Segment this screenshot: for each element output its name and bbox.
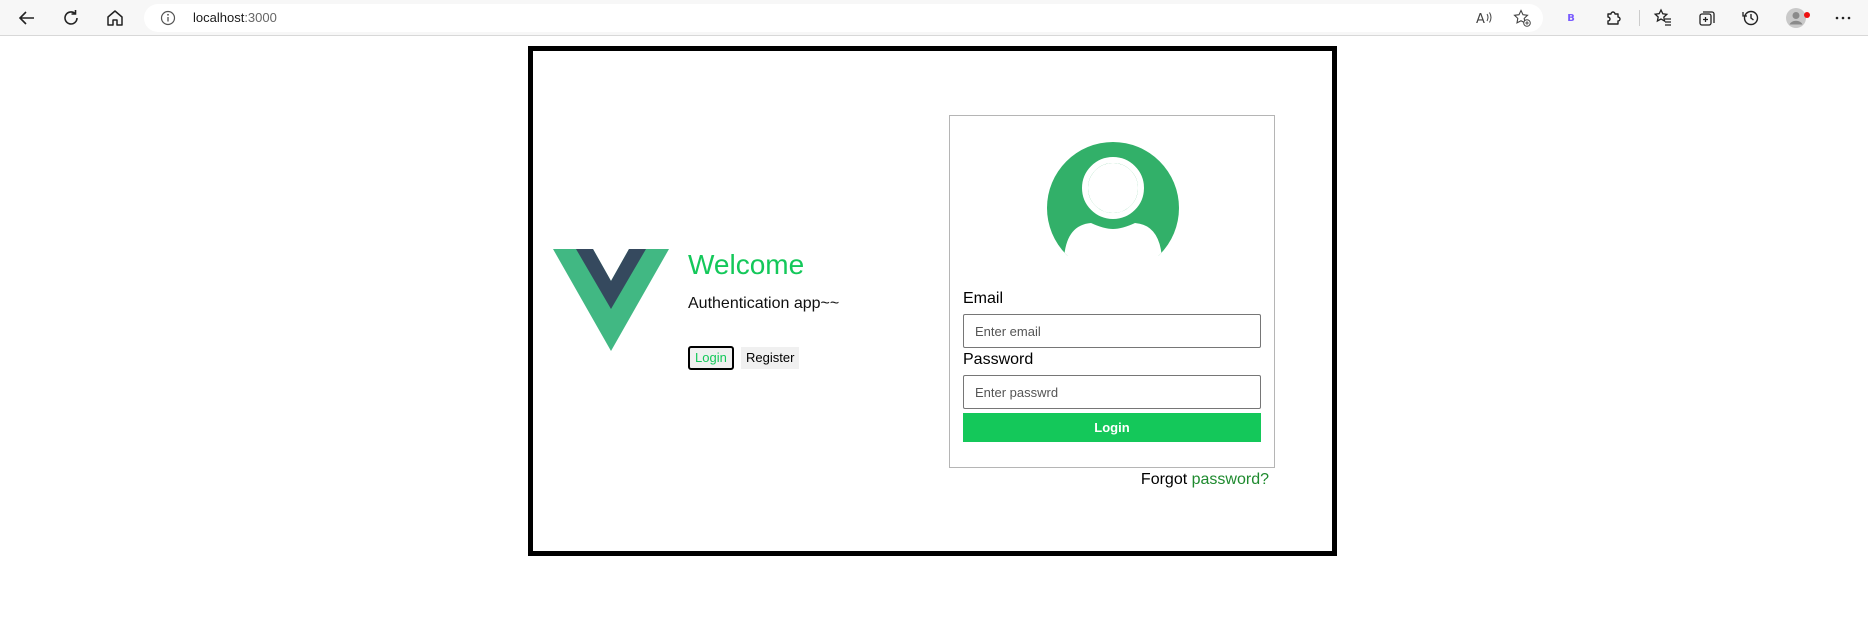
forgot-prefix: Forgot — [1140, 471, 1188, 488]
back-button[interactable] — [14, 5, 40, 31]
register-tab-button[interactable]: Register — [741, 347, 800, 369]
url-port: :3000 — [244, 10, 277, 25]
toolbar-divider — [1639, 10, 1640, 26]
login-card: Email Password Login — [949, 115, 1275, 468]
read-aloud-icon: A — [1476, 12, 1492, 27]
read-aloud-button[interactable]: A — [1475, 9, 1493, 30]
more-menu-button[interactable] — [1830, 5, 1856, 31]
favorites-button[interactable] — [1650, 5, 1676, 31]
url-text[interactable]: localhost:3000 — [193, 10, 277, 25]
history-icon — [1742, 10, 1759, 26]
login-tab-button[interactable]: Login — [688, 346, 734, 370]
url-host: localhost — [193, 10, 245, 25]
home-button[interactable] — [102, 5, 128, 31]
add-favorite-button[interactable] — [1513, 9, 1531, 32]
email-input[interactable] — [963, 314, 1261, 348]
more-icon — [1835, 16, 1851, 20]
refresh-button[interactable] — [58, 5, 84, 31]
extension-b-icon: B — [1567, 12, 1575, 24]
refresh-icon — [64, 10, 78, 25]
star-add-icon — [1513, 9, 1531, 27]
arrow-left-icon — [18, 11, 34, 25]
password-label: Password — [963, 351, 1034, 368]
notification-dot — [1804, 12, 1810, 18]
password-input[interactable] — [963, 375, 1261, 409]
vue-logo — [553, 249, 669, 351]
puzzle-icon — [1607, 11, 1621, 25]
collections-button[interactable] — [1694, 5, 1720, 31]
login-submit-button[interactable]: Login — [963, 413, 1261, 442]
email-label: Email — [963, 290, 1004, 307]
favorites-icon — [1653, 8, 1671, 26]
avatar-icon — [1786, 8, 1806, 28]
home-icon — [107, 10, 123, 26]
forgot-password-link[interactable]: password? — [1192, 471, 1269, 488]
browser-toolbar: localhost:3000 A B — [0, 0, 1868, 36]
extensions-button[interactable] — [1601, 5, 1627, 31]
user-avatar-icon — [1046, 142, 1180, 259]
profile-button[interactable] — [1783, 5, 1810, 31]
extension-b-button[interactable]: B — [1558, 5, 1584, 31]
history-button[interactable] — [1738, 5, 1764, 31]
address-bar[interactable]: localhost:3000 A — [144, 4, 1543, 32]
svg-text:A: A — [1476, 12, 1485, 27]
app-frame: Welcome Authentication app~~ Login Regis… — [528, 46, 1337, 556]
app-subtitle: Authentication app~~ — [688, 295, 840, 312]
forgot-password-text: Forgot password? — [1141, 471, 1269, 489]
info-icon[interactable] — [160, 10, 176, 26]
collections-icon — [1699, 11, 1715, 26]
welcome-title: Welcome — [688, 249, 805, 280]
